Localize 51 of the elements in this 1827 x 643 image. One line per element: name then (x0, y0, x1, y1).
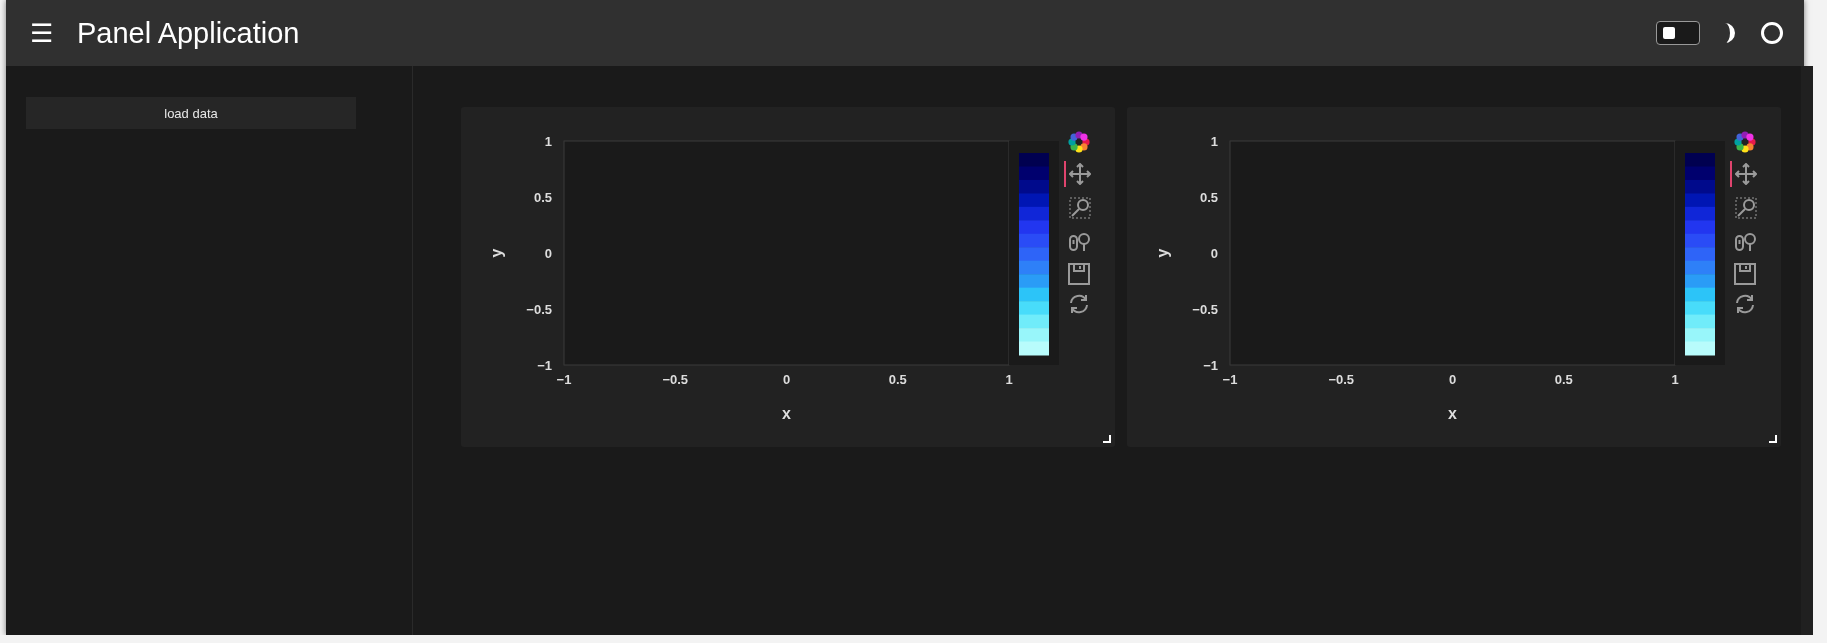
pan-icon (1069, 163, 1091, 185)
tick-label: −1 (1203, 358, 1218, 373)
tick-label: 0 (1210, 246, 1218, 261)
y-axis-label: y (1154, 248, 1171, 258)
pan-icon (1735, 163, 1757, 185)
tick-label: 0.5 (888, 372, 907, 387)
reset-icon (1068, 293, 1090, 315)
tick-label: 0 (544, 246, 552, 261)
tick-label: 1 (1005, 372, 1013, 387)
tick-label: −0.5 (1328, 372, 1355, 387)
tool-button[interactable] (1734, 263, 1756, 285)
save-icon (1068, 263, 1090, 285)
x-axis-label: x (782, 405, 791, 422)
resize-handle-icon[interactable] (1769, 435, 1777, 443)
y-axis-label: y (488, 248, 505, 258)
tick-label: 0.5 (533, 190, 552, 205)
app-title: Panel Application (77, 16, 301, 50)
box-zoom-icon (1069, 197, 1091, 219)
tick-label: −1 (556, 372, 572, 387)
tick-label: −0.5 (1192, 302, 1218, 317)
logo-icon (1068, 131, 1090, 153)
tick-label: −0.5 (526, 302, 552, 317)
tick-label: −0.5 (662, 372, 689, 387)
tick-label: −1 (537, 358, 552, 373)
load-data-button[interactable]: load data (26, 97, 356, 129)
wheel-zoom-icon (1069, 231, 1091, 253)
x-axis-label: x (1448, 405, 1457, 422)
theme-switch[interactable] (1656, 21, 1700, 45)
logo-icon (1734, 131, 1756, 153)
tick-label: 0.5 (1554, 372, 1573, 387)
tick-label: 0 (1448, 372, 1457, 387)
tool-button[interactable] (1064, 161, 1094, 187)
tick-label: 0 (782, 372, 791, 387)
menu-button[interactable]: ☰ (26, 20, 57, 46)
tick-label: 1 (544, 134, 552, 149)
wheel-zoom-icon (1735, 231, 1757, 253)
tick-label: −1 (1222, 372, 1238, 387)
circle-icon[interactable] (1760, 21, 1784, 45)
tool-button[interactable] (1730, 161, 1760, 187)
logo-button[interactable] (1068, 131, 1090, 153)
reset-icon (1734, 293, 1756, 315)
tick-label: 1 (1210, 134, 1218, 149)
save-icon (1734, 263, 1756, 285)
tool-button[interactable] (1068, 263, 1090, 285)
tool-button[interactable] (1734, 293, 1756, 315)
box-zoom-icon (1735, 197, 1757, 219)
tick-label: 1 (1671, 372, 1679, 387)
resize-handle-icon[interactable] (1103, 435, 1111, 443)
logo-button[interactable] (1734, 131, 1756, 153)
tool-button[interactable] (1068, 293, 1090, 315)
tick-label: 0.5 (1199, 190, 1218, 205)
